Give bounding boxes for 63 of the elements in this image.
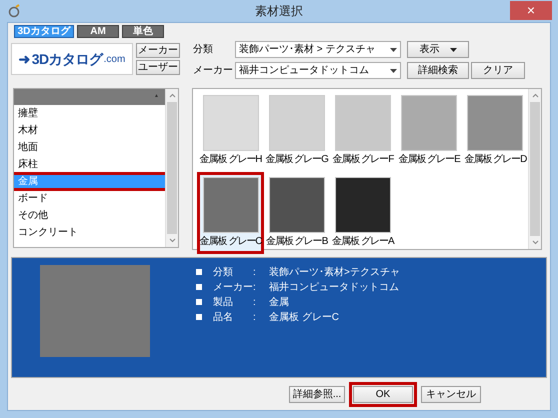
bullet-icon	[196, 314, 202, 320]
action-button[interactable]: 詳細検索	[407, 62, 469, 79]
detail-value: 装飾パーツ･素材>テクスチャ	[269, 266, 400, 280]
logo-brand: 3Dカタログ	[32, 50, 103, 68]
scroll-thumb[interactable]	[530, 102, 540, 236]
logo-arrow: ➜	[18, 50, 31, 68]
detail-value: 金属	[269, 296, 289, 310]
logo-suffix: .com	[104, 52, 126, 66]
dialog-button[interactable]: キャンセル	[421, 386, 481, 403]
dialog-button[interactable]: OK	[353, 386, 413, 403]
thumbnail-label: 金属板 グレーE	[398, 154, 460, 166]
dropdown-caret-icon	[390, 68, 397, 72]
thumbnail-item[interactable]: 金属板 グレーF	[329, 90, 396, 172]
thumbnail-item[interactable]: 金属板 グレーE	[396, 90, 463, 172]
bullet-icon	[196, 299, 202, 305]
tab[interactable]: 単色	[122, 25, 164, 38]
action-button[interactable]: 表示	[407, 41, 469, 58]
thumbnail-label: 金属板 グレーF	[332, 154, 394, 166]
detail-label: 品名	[213, 310, 234, 324]
dropdown[interactable]: 装飾パーツ･素材 > テクスチャ	[235, 41, 401, 58]
thumbnail-label: 金属板 グレーA	[332, 236, 394, 248]
app-icon	[7, 4, 21, 18]
detail-separator: :	[253, 296, 257, 310]
filter-label: メーカー	[193, 64, 234, 78]
source-button[interactable]: ユーザー	[136, 60, 180, 75]
list-item[interactable]: その他	[14, 207, 165, 224]
thumbnail-label: 金属板 グレーG	[265, 154, 328, 166]
thumbnail-label: 金属板 グレーB	[266, 236, 328, 248]
source-button[interactable]: メーカー	[136, 43, 180, 58]
detail-separator: :	[253, 266, 257, 280]
list-item[interactable]: コンクリート	[14, 224, 165, 241]
list-item[interactable]: 地面	[14, 139, 165, 156]
scrollbar[interactable]	[165, 89, 178, 247]
thumbnail-item[interactable]: 金属板 グレーB	[263, 172, 330, 254]
list-item[interactable]: 木材	[14, 122, 165, 139]
filter-label: 分類	[193, 42, 214, 57]
detail-separator: :	[253, 310, 257, 324]
detail-label: 製品	[213, 296, 234, 310]
list-item[interactable]: 床柱	[14, 156, 165, 173]
close-button[interactable]: ×	[510, 0, 552, 20]
action-button[interactable]: クリア	[471, 62, 525, 79]
thumbnail-item[interactable]: 金属板 グレーA	[329, 172, 396, 254]
thumbnail-item[interactable]: 金属板 グレーH	[197, 90, 264, 172]
scroll-thumb[interactable]	[167, 102, 177, 234]
thumbnail-label: 金属板 グレーD	[464, 154, 526, 166]
dropdown[interactable]: 福井コンピュータドットコム	[235, 62, 401, 79]
detail-value: 金属板 グレーC	[269, 310, 339, 324]
scrollbar[interactable]	[528, 89, 541, 249]
dropdown-caret-icon	[390, 48, 397, 52]
window-title: 素材選択	[255, 3, 303, 20]
detail-separator: :	[253, 280, 257, 294]
detail-value: 福井コンピュータドットコム	[269, 280, 399, 294]
detail-label: 分類	[213, 266, 234, 280]
tab[interactable]: AM	[77, 25, 119, 38]
thumbnail-label: 金属板 グレーH	[200, 154, 262, 166]
thumbnail-item[interactable]: 金属板 グレーD	[462, 90, 529, 172]
list-item[interactable]: ボード	[14, 190, 165, 207]
detail-label: メーカー	[213, 280, 253, 294]
dialog-button[interactable]: 詳細参照...	[289, 386, 345, 403]
bullet-icon	[196, 284, 202, 290]
list-item[interactable]: 擁壁	[14, 105, 165, 122]
bullet-icon	[196, 269, 202, 275]
thumbnail-item[interactable]: 金属板 グレーG	[263, 90, 330, 172]
